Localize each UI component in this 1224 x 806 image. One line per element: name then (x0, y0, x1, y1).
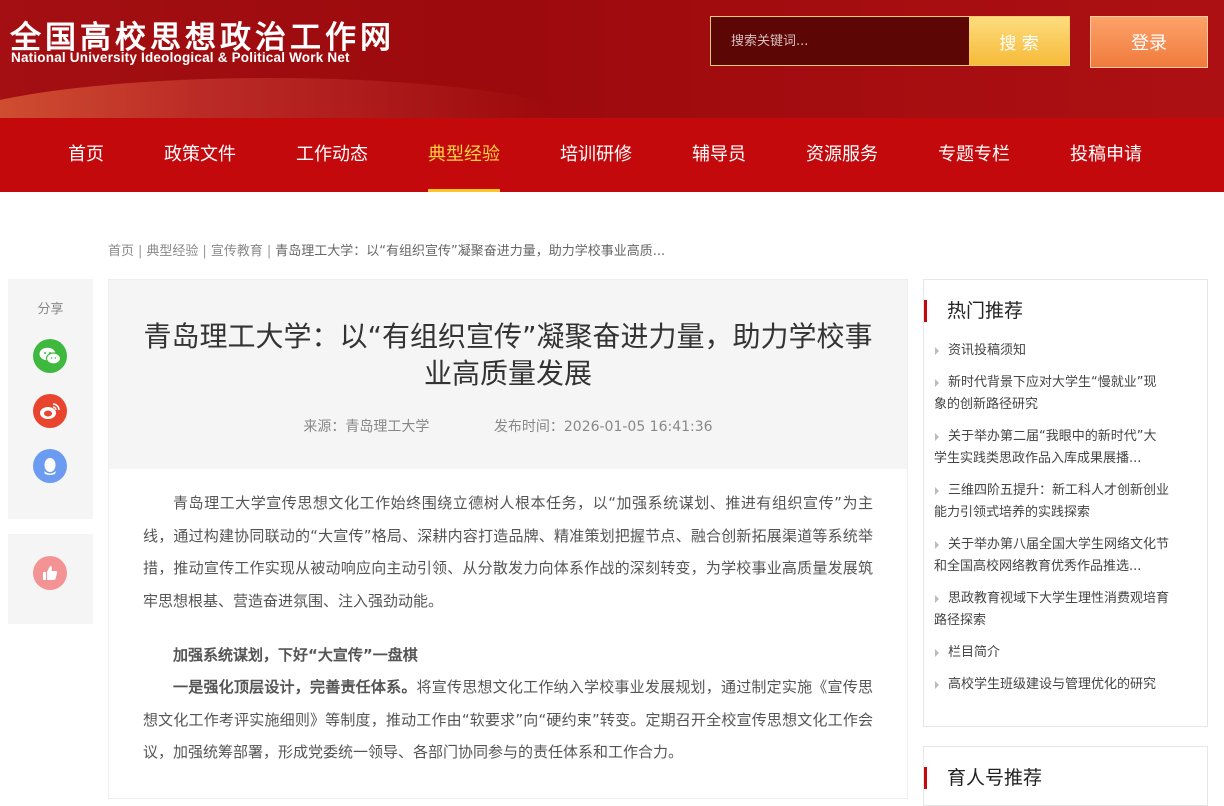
share-label: 分享 (37, 302, 64, 317)
article-body: 青岛理工大学宣传思想文化工作始终围绕立德树人根本任务，以“加强系统谋划、推进有组… (109, 469, 907, 769)
site-header: 全国高校思想政治工作网 National University Ideologi… (0, 0, 1224, 118)
educator-recommend-panel: 育人号推荐 (923, 746, 1208, 806)
main-nav: 首页 政策文件 工作动态 典型经验 培训研修 辅导员 资源服务 专题专栏 投稿申… (0, 118, 1224, 192)
list-item[interactable]: 高校学生班级建设与管理优化的研究 (934, 674, 1189, 696)
search-button[interactable]: 搜 索 (969, 17, 1069, 65)
article-header: 青岛理工大学：以“有组织宣传”凝聚奋进力量，助力学校事 业高质量发展 来源：青岛… (109, 280, 907, 469)
list-item[interactable]: 三维四阶五提升：新工科人才创新创业能力引领式培养的实践探索 (934, 480, 1189, 524)
article-publish-time: 发布时间：2026-01-05 16:41:36 (493, 419, 713, 435)
list-item-line2: 路径探索 (934, 613, 987, 628)
nav-item-training[interactable]: 培训研修 (560, 118, 632, 192)
nav-item-experience[interactable]: 典型经验 (428, 118, 500, 192)
nav-item-policy[interactable]: 政策文件 (164, 118, 236, 192)
list-item-line1: 高校学生班级建设与管理优化的研究 (948, 677, 1157, 692)
educator-recommend-title: 育人号推荐 (924, 767, 1207, 789)
nav-item-counselor[interactable]: 辅导员 (692, 118, 746, 192)
nav-item-topics[interactable]: 专题专栏 (938, 118, 1010, 192)
list-item-line1: 三维四阶五提升：新工科人才创新创业 (948, 483, 1170, 498)
breadcrumb-separator: | (202, 244, 207, 259)
nav-item-submit[interactable]: 投稿申请 (1070, 118, 1142, 192)
article-subheading: 加强系统谋划，下好“大宣传”一盘棋 (173, 646, 418, 664)
list-item[interactable]: 栏目简介 (934, 642, 1189, 664)
list-item-line2: 能力引领式培养的实践探索 (934, 505, 1091, 520)
list-item[interactable]: 思政教育视域下大学生理性消费观培育路径探索 (934, 588, 1189, 632)
nav-item-home[interactable]: 首页 (68, 118, 104, 192)
nav-item-resources[interactable]: 资源服务 (806, 118, 878, 192)
article-title: 青岛理工大学：以“有组织宣传”凝聚奋进力量，助力学校事 业高质量发展 (123, 318, 893, 392)
article-paragraph-lead: 一是强化顶层设计，完善责任体系。 (173, 678, 417, 696)
breadcrumb-home[interactable]: 首页 (108, 244, 134, 259)
list-item-line2: 象的创新路径研究 (934, 397, 1039, 412)
list-item-line1: 关于举办第八届全国大学生网络文化节 (948, 537, 1170, 552)
breadcrumb: 首页 | 典型经验 | 宣传教育 | 青岛理工大学：以“有组织宣传”凝聚奋进力量，助力学校事… (108, 240, 665, 259)
list-item-line1: 思政教育视域下大学生理性消费观培育 (948, 591, 1170, 606)
list-item-line1: 栏目简介 (948, 645, 1001, 660)
article-meta: 来源：青岛理工大学 发布时间：2026-01-05 16:41:36 (109, 416, 907, 436)
article: 青岛理工大学：以“有组织宣传”凝聚奋进力量，助力学校事 业高质量发展 来源：青岛… (108, 279, 908, 799)
qq-icon[interactable] (33, 449, 67, 483)
list-item-line2: 学生实践类思政作品入库成果展播... (934, 451, 1142, 466)
header-decoration (0, 78, 620, 118)
article-source: 来源：青岛理工大学 (303, 419, 430, 435)
list-item-line1: 关于举办第二届“我眼中的新时代”大 (948, 429, 1157, 444)
weibo-icon[interactable] (33, 394, 67, 428)
list-item[interactable]: 资讯投稿须知 (934, 340, 1189, 362)
article-paragraph: 青岛理工大学宣传思想文化工作始终围绕立德树人根本任务，以“加强系统谋划、推进有组… (143, 494, 873, 610)
breadcrumb-separator: | (266, 244, 272, 259)
hot-recommend-title: 热门推荐 (924, 300, 1207, 322)
breadcrumb-separator: | (138, 244, 143, 259)
hot-recommend-list: 资讯投稿须知 新时代背景下应对大学生“慢就业”现象的创新路径研究 关于举办第二届… (924, 340, 1207, 696)
breadcrumb-publicity[interactable]: 宣传教育 (211, 244, 263, 259)
thumbs-up-icon[interactable] (33, 556, 67, 590)
list-item[interactable]: 关于举办第二届“我眼中的新时代”大学生实践类思政作品入库成果展播... (934, 426, 1189, 470)
search-input[interactable] (711, 17, 969, 65)
breadcrumb-experience[interactable]: 典型经验 (146, 244, 198, 259)
hot-recommend-panel: 热门推荐 资讯投稿须知 新时代背景下应对大学生“慢就业”现象的创新路径研究 关于… (923, 279, 1208, 727)
wechat-icon[interactable] (33, 339, 67, 373)
list-item-line1: 资讯投稿须知 (948, 343, 1027, 358)
list-item[interactable]: 关于举办第八届全国大学生网络文化节和全国高校网络教育优秀作品推选... (934, 534, 1189, 578)
like-panel (8, 534, 93, 624)
site-logo-en[interactable]: National University Ideological & Politi… (11, 50, 350, 65)
search-bar: 搜 索 (710, 16, 1070, 66)
article-title-line2: 业高质量发展 (423, 357, 592, 390)
login-button[interactable]: 登录 (1090, 16, 1208, 68)
article-paragraph: 一是强化顶层设计，完善责任体系。将宣传思想文化工作纳入学校事业发展规划，通过制定… (143, 671, 873, 769)
list-item-line1: 新时代背景下应对大学生“慢就业”现 (948, 375, 1157, 390)
breadcrumb-current: 青岛理工大学：以“有组织宣传”凝聚奋进力量，助力学校事业高质... (275, 244, 666, 259)
nav-item-news[interactable]: 工作动态 (296, 118, 368, 192)
list-item[interactable]: 新时代背景下应对大学生“慢就业”现象的创新路径研究 (934, 372, 1189, 416)
list-item-line2: 和全国高校网络教育优秀作品推选... (934, 559, 1142, 574)
share-panel: 分享 (8, 279, 93, 519)
article-title-line1: 青岛理工大学：以“有组织宣传”凝聚奋进力量，助力学校事 (143, 320, 873, 353)
